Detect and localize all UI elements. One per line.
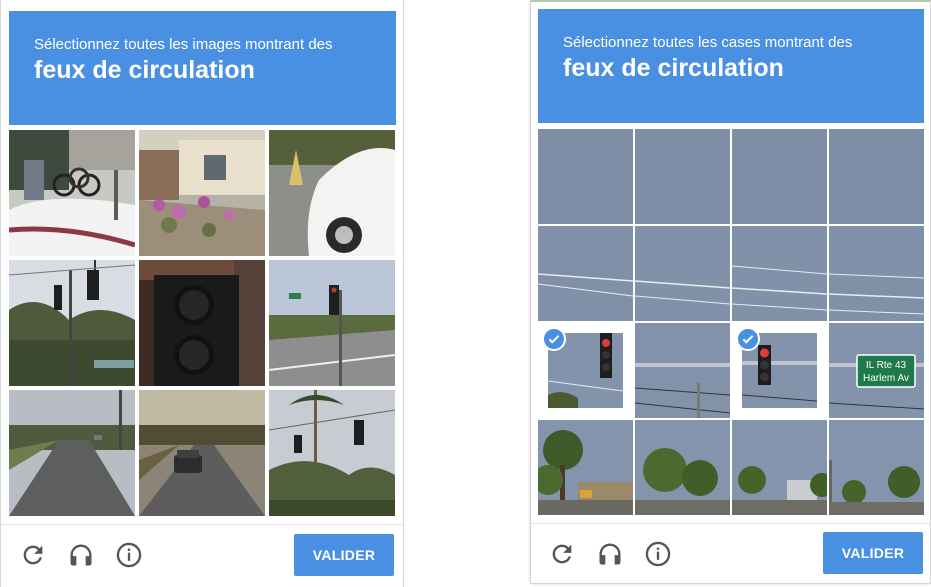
instruction-text: Sélectionnez toutes les cases montrant d… [563,34,853,51]
grid-cell[interactable] [829,129,924,224]
checkmark-icon [736,327,760,351]
grid-cell[interactable] [635,226,730,321]
grid-cell-selected[interactable] [538,323,633,418]
square-grid: IL Rte 43 Harlem Av [538,129,924,515]
headphones-icon[interactable] [596,540,624,568]
grid-cell[interactable] [732,129,827,224]
grid-cell[interactable] [538,420,633,515]
grid-cell-selected[interactable] [732,323,827,418]
instruction-target: feux de circulation [34,56,255,84]
instruction-text: Sélectionnez toutes les images montrant … [34,36,333,53]
street-sign-line1: IL Rte 43 [866,360,907,371]
image-tile-traffic-light-closeup[interactable] [139,260,265,386]
image-tile-traffic-lights-trees[interactable] [9,260,135,386]
captcha-widget-images: Sélectionnez toutes les images montrant … [0,0,404,587]
info-icon[interactable] [115,541,143,569]
info-icon[interactable] [644,540,672,568]
footer-divider [1,524,403,525]
instruction-header: Sélectionnez toutes les images montrant … [9,11,396,125]
reload-icon[interactable] [548,540,576,568]
grid-cell[interactable] [538,129,633,224]
grid-cell[interactable]: IL Rte 43 Harlem Av [829,323,924,418]
image-tile-white-car-cone[interactable] [269,130,395,256]
grid-cell[interactable] [829,226,924,321]
image-tile-palm-trees-traffic-light[interactable] [269,390,395,516]
verify-button[interactable]: VALIDER [823,532,923,574]
headphones-icon[interactable] [67,541,95,569]
street-sign-line2: Harlem Av [863,373,909,384]
grid-cell[interactable] [732,420,827,515]
image-tile-snow-bicycles[interactable] [9,130,135,256]
grid-cell[interactable] [635,420,730,515]
image-tile-house-flowerbed[interactable] [139,130,265,256]
grid-cell[interactable] [829,420,924,515]
checkmark-icon [542,327,566,351]
image-grid [9,130,395,516]
grid-cell[interactable] [635,129,730,224]
instruction-header: Sélectionnez toutes les cases montrant d… [538,9,924,123]
image-tile-suburban-road[interactable] [9,390,135,516]
grid-cell[interactable] [732,226,827,321]
instruction-target: feux de circulation [563,54,784,82]
footer-divider [531,523,930,524]
grid-cell[interactable] [635,323,730,418]
verify-button[interactable]: VALIDER [294,534,394,576]
grid-cell[interactable] [538,226,633,321]
reload-icon[interactable] [19,541,47,569]
captcha-widget-squares: Sélectionnez toutes les cases montrant d… [530,0,931,584]
image-tile-road-with-car[interactable] [139,390,265,516]
image-tile-intersection-traffic-light[interactable] [269,260,395,386]
